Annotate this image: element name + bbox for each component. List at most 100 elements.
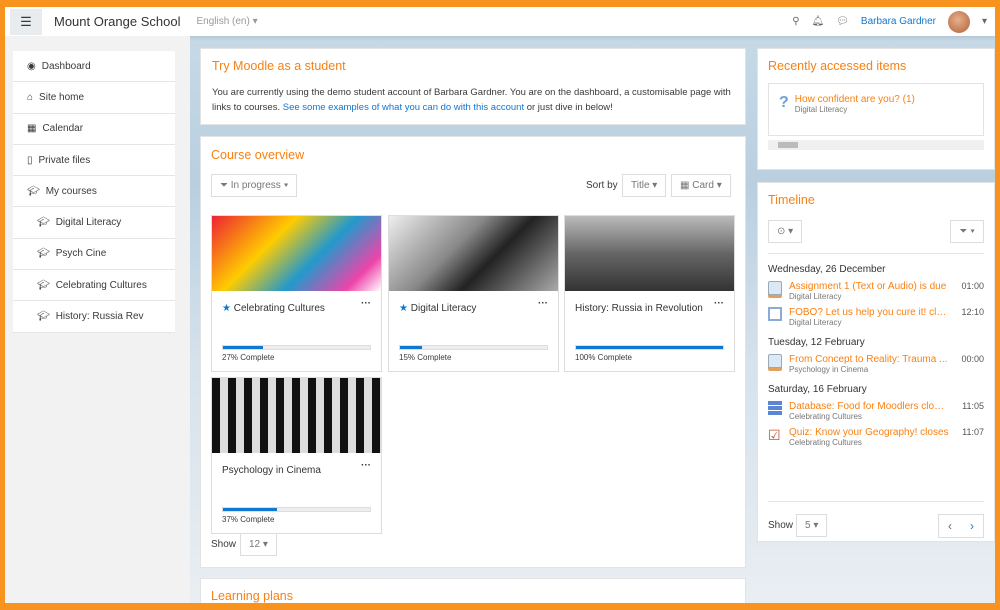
sidebar-item-dashboard[interactable]: ◉ Dashboard (13, 51, 175, 83)
sidebar-item-label: History: Russia Rev (55, 311, 144, 323)
more-actions-icon[interactable]: ··· (361, 460, 371, 471)
sidebar-item-label: Psych Cine (55, 248, 107, 260)
course-card[interactable]: Psychology in Cinema ··· 37% Complete (211, 377, 382, 534)
sidebar-item-digital-literacy[interactable]: 🎓︎ Digital Literacy (13, 207, 175, 239)
sidebar-item-history-russia-rev[interactable]: 🎓︎ History: Russia Rev (13, 301, 175, 333)
sort-dropdown[interactable]: Title ▾ (622, 174, 667, 197)
timeline-date-filter[interactable]: ⊙ ▾ (768, 220, 803, 243)
event-title[interactable]: From Concept to Reality: Trauma ... (789, 354, 949, 365)
timeline-date: Tuesday, 12 February (768, 337, 865, 348)
more-actions-icon[interactable]: ··· (361, 298, 371, 309)
event-title[interactable]: FOBO? Let us help you cure it! clo... (789, 307, 949, 318)
filter-label: In progress (230, 180, 281, 191)
avatar[interactable] (947, 10, 970, 33)
recent-item-title: How confident are you? (1) (794, 94, 915, 105)
more-actions-icon[interactable]: ··· (714, 298, 724, 309)
course-image[interactable] (389, 216, 558, 291)
show-count-dropdown[interactable]: 12 ▾ (240, 533, 277, 556)
event-title[interactable]: Database: Food for Moodlers closes (789, 401, 949, 412)
event-time: 11:05 (962, 401, 984, 411)
language-menu[interactable]: English (en) ▾ (196, 16, 257, 27)
sidebar-item-psych-cine[interactable]: 🎓︎ Psych Cine (13, 239, 175, 271)
progress-label: 100% Complete (575, 353, 632, 362)
hamburger-icon[interactable]: ☰ (10, 8, 42, 35)
chat-icon[interactable]: 💬︎ (836, 16, 849, 27)
bell-icon[interactable]: 🔔︎ (812, 16, 825, 27)
timeline-event: ☑ Quiz: Know your Geography! closes Celebr… (768, 427, 984, 447)
course-card[interactable]: ★ Digital Literacy ··· 15% Complete (388, 215, 559, 372)
timeline-title: Timeline (768, 193, 815, 207)
course-name[interactable]: Celebrating Cultures (234, 303, 325, 314)
chevron-right-icon[interactable]: › (961, 515, 983, 537)
star-icon: ★ (399, 303, 408, 314)
navbar: ☰ Mount Orange School English (en) ▾ ⚲ 🔔… (5, 7, 995, 36)
intro-block: Try Moodle as a student You are currentl… (200, 48, 746, 125)
graduation-cap-icon: 🎓︎ (37, 311, 50, 323)
view-value: Card (692, 180, 714, 191)
timeline-show-dropdown[interactable]: 5 ▾ (796, 514, 828, 537)
course-image[interactable] (212, 378, 381, 453)
sidebar: ◉ Dashboard ⌂ Site home ▦ Calendar ▯ Private fi… (13, 51, 175, 333)
page: ☰ Mount Orange School English (en) ▾ ⚲ 🔔… (5, 7, 995, 603)
sidebar-item-calendar[interactable]: ▦ Calendar (13, 114, 175, 145)
event-time: 00:00 (961, 354, 984, 364)
course-card[interactable]: ★ Celebrating Cultures ··· 27% Complete (211, 215, 382, 372)
more-actions-icon[interactable]: ··· (538, 298, 548, 309)
assignment-icon (768, 281, 784, 297)
sidebar-item-celebrating-cultures[interactable]: 🎓︎ Celebrating Cultures (13, 270, 175, 302)
sidebar-item-site-home[interactable]: ⌂ Site home (13, 82, 175, 114)
course-image[interactable] (212, 216, 381, 291)
course-image[interactable] (565, 216, 734, 291)
event-title[interactable]: Assignment 1 (Text or Audio) is due (789, 281, 949, 292)
event-course: Celebrating Cultures (789, 438, 862, 447)
learning-plans-block: Learning plans (200, 578, 746, 603)
course-name[interactable]: History: Russia in Revolution (575, 303, 703, 314)
chevron-down-icon[interactable]: ▾ (982, 16, 987, 27)
timeline-date: Saturday, 16 February (768, 384, 867, 395)
examples-link[interactable]: See some examples of what you can do wit… (283, 102, 524, 113)
progress-bar (222, 345, 371, 350)
home-icon: ⌂ (27, 91, 34, 103)
event-title[interactable]: Quiz: Know your Geography! closes (789, 427, 949, 438)
overview-title: Course overview (211, 148, 305, 162)
language-label: English (en) (196, 16, 250, 27)
recent-item[interactable]: ? How confident are you? (1) Digital Lite… (768, 83, 984, 136)
event-course: Digital Literacy (789, 318, 842, 327)
sidebar-item-private-files[interactable]: ▯ Private files (13, 145, 175, 177)
search-icon[interactable]: ⚲ (792, 16, 799, 27)
timeline-date: Wednesday, 26 December (768, 264, 886, 275)
filter-dropdown[interactable]: ⏷ In progress ▾ (211, 174, 298, 197)
timeline-sort-filter[interactable]: ⏷ ▾ (950, 220, 984, 243)
event-time: 11:07 (962, 427, 984, 437)
sort-value: Title (631, 180, 650, 191)
graduation-cap-icon: 🎓︎ (27, 185, 40, 197)
left-drawer: ◉ Dashboard ⌂ Site home ▦ Calendar ▯ Private fi… (5, 36, 190, 603)
quiz-icon: ☑ (768, 427, 781, 443)
recent-title: Recently accessed items (768, 59, 907, 73)
sidebar-item-my-courses[interactable]: 🎓︎ My courses (13, 176, 175, 208)
course-name[interactable]: Digital Literacy (411, 303, 477, 314)
horizontal-scrollbar[interactable] (768, 140, 984, 150)
course-card[interactable]: History: Russia in Revolution ··· 100% C… (564, 215, 735, 372)
chevron-left-icon[interactable]: ‹ (939, 515, 961, 537)
timeline-event: Database: Food for Moodlers closes Celebr… (768, 401, 984, 421)
view-dropdown[interactable]: ▦ Card ▾ (671, 174, 731, 197)
sort-label: Sort by (586, 180, 618, 191)
learning-plans-title: Learning plans (211, 589, 294, 603)
sidebar-item-label: My courses (45, 185, 97, 197)
intro-text-end: or just dive in below! (524, 102, 613, 113)
user-name[interactable]: Barbara Gardner (861, 16, 936, 27)
recent-items-block: Recently accessed items ? How confident … (757, 48, 995, 170)
question-icon: ? (779, 94, 789, 111)
dashboard-icon: ◉ (27, 60, 36, 72)
timeline-event: FOBO? Let us help you cure it! clo... Dig… (768, 307, 984, 327)
event-course: Celebrating Cultures (789, 412, 862, 421)
progress-label: 15% Complete (399, 353, 452, 362)
graduation-cap-icon: 🎓︎ (37, 217, 50, 229)
course-name[interactable]: Psychology in Cinema (222, 465, 321, 476)
sidebar-item-label: Calendar (42, 123, 84, 135)
intro-title: Try Moodle as a student (212, 59, 346, 73)
event-time: 01:00 (961, 281, 984, 291)
site-name[interactable]: Mount Orange School (54, 14, 180, 29)
progress-bar (222, 507, 371, 512)
